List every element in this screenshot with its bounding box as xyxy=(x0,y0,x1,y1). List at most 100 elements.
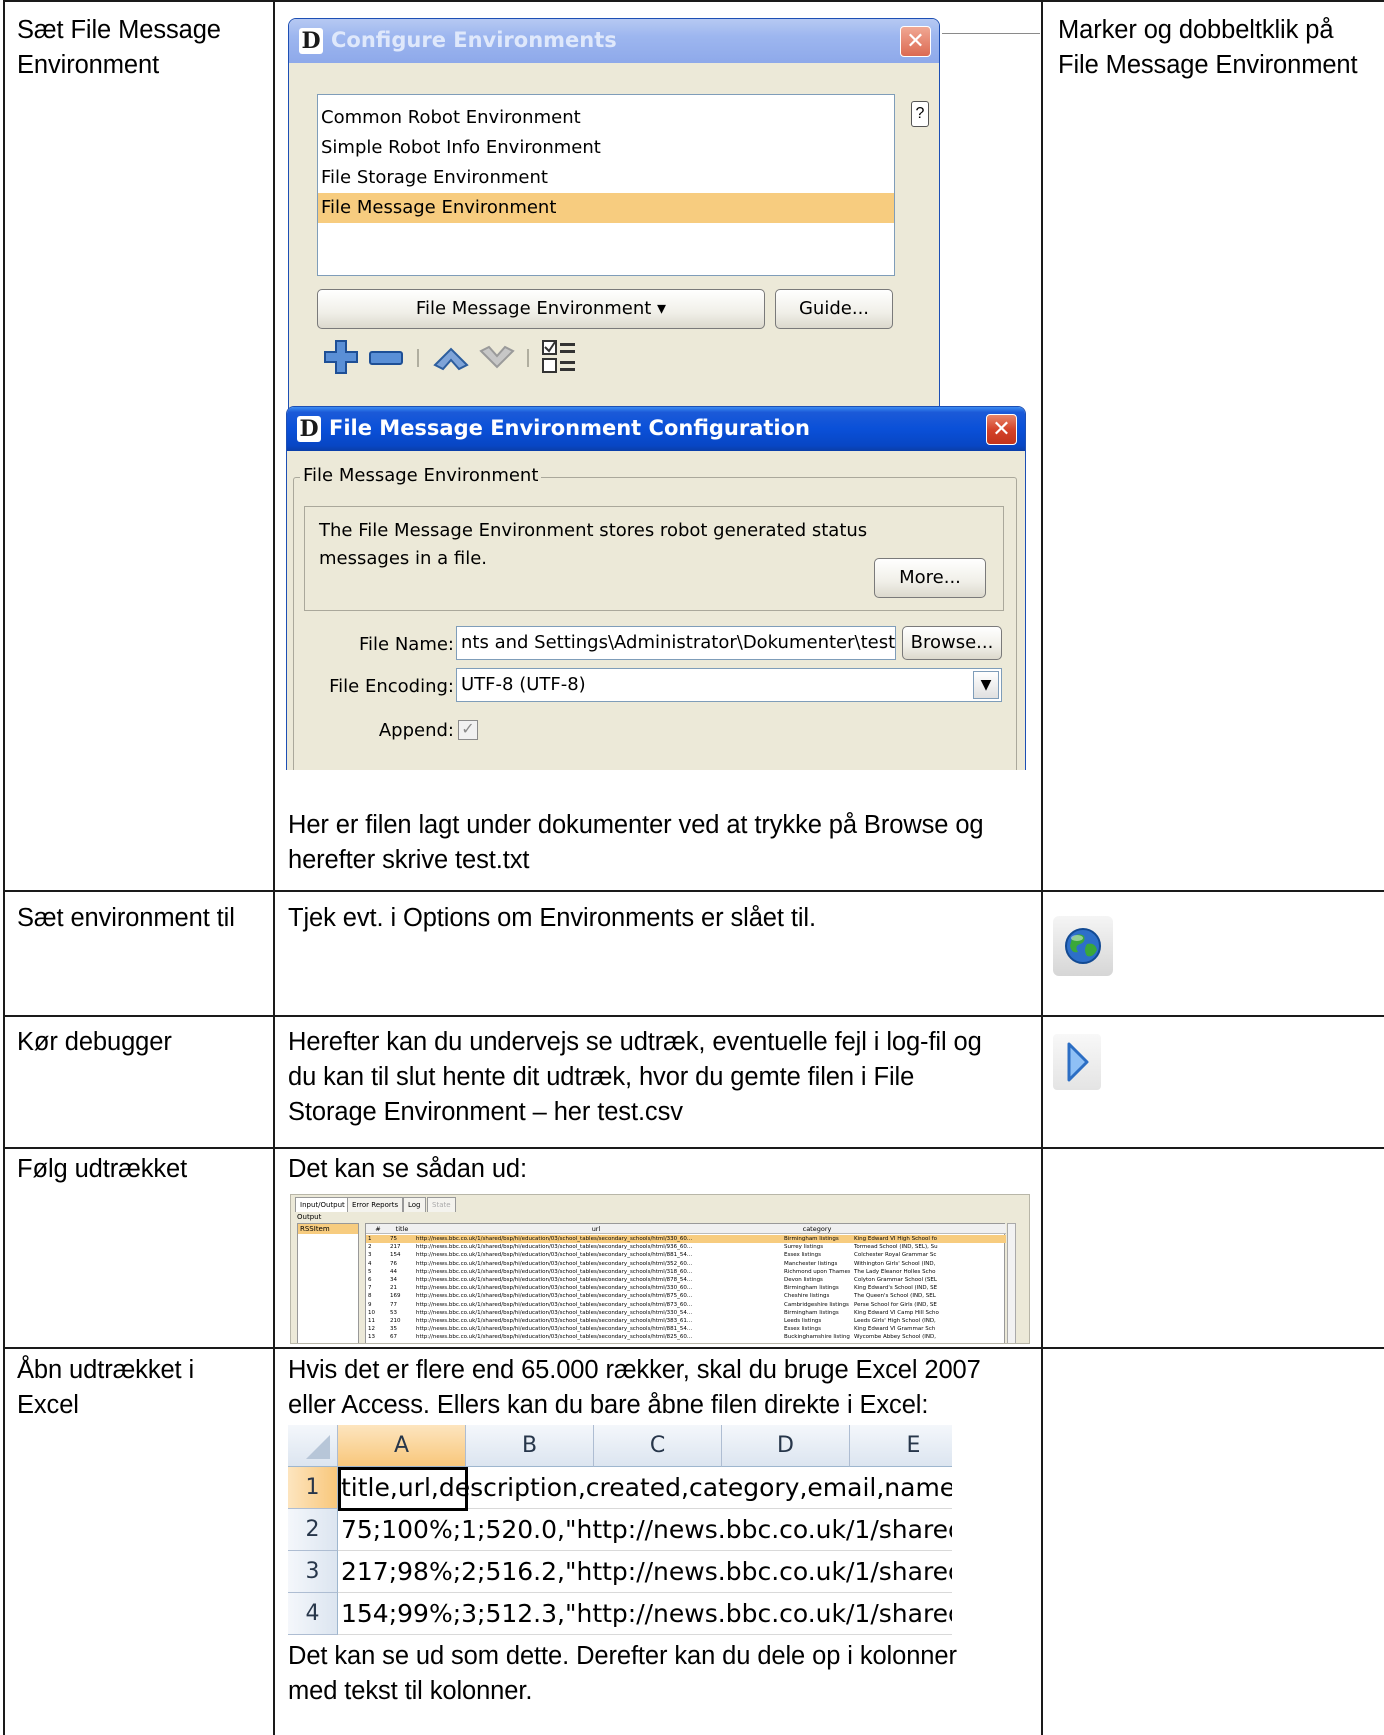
spreadsheet-cell[interactable]: 217;98%;2;516.2,"http://news.bbc.co.uk/1… xyxy=(338,1551,952,1593)
globe-icon xyxy=(1053,916,1113,976)
column-header[interactable]: D xyxy=(722,1425,850,1467)
table-row[interactable]: 12 35 http://news.bbc.co.uk/1/shared/bsp/h… xyxy=(366,1325,1006,1333)
table-cell: 77 xyxy=(390,1301,397,1308)
output-group-label: Output xyxy=(297,1213,322,1221)
table-cell: Perse School for Girls (IND, SE xyxy=(854,1301,937,1308)
scrollbar[interactable] xyxy=(1007,1223,1016,1343)
table-cell: 6 xyxy=(368,1277,372,1283)
table-cell: 12 xyxy=(368,1326,375,1333)
column-header[interactable]: # xyxy=(368,1224,388,1234)
dialog-title: Configure Environments xyxy=(331,28,617,52)
help-button[interactable]: ? xyxy=(911,101,929,127)
table-row[interactable]: 11 210 http://news.bbc.co.uk/1/shared/bsp/… xyxy=(366,1317,1006,1325)
table-cell: 11 xyxy=(368,1318,375,1324)
guide-button[interactable]: Guide... xyxy=(775,289,893,329)
close-button[interactable]: ✕ xyxy=(900,26,931,57)
table-row[interactable]: 9 77 http://news.bbc.co.uk/1/shared/bsp/hi… xyxy=(366,1301,1006,1309)
table-cell: http://news.bbc.co.uk/1/shared/bsp/hi/ed… xyxy=(416,1252,693,1259)
append-checkbox[interactable]: ✓ xyxy=(458,720,478,740)
table-row[interactable]: 7 21 http://news.bbc.co.uk/1/shared/bsp/hi… xyxy=(366,1284,1006,1292)
spreadsheet-cell[interactable]: 75;100%;1;520.0,"http://news.bbc.co.uk/1… xyxy=(338,1509,952,1551)
table-row-divider xyxy=(3,890,1384,892)
column-header[interactable]: title xyxy=(390,1224,414,1234)
properties-icon[interactable] xyxy=(541,339,577,375)
table-cell: Leeds listings xyxy=(784,1318,822,1324)
row-header[interactable]: 2 xyxy=(288,1509,338,1551)
table-row[interactable]: 4 76 http://news.bbc.co.uk/1/shared/bsp/hi… xyxy=(366,1260,1006,1268)
table-row[interactable]: 2 217 http://news.bbc.co.uk/1/shared/bsp/h… xyxy=(366,1243,1006,1251)
table-cell: 210 xyxy=(390,1318,401,1324)
environment-list[interactable]: Common Robot Environment Simple Robot In… xyxy=(317,94,895,276)
file-name-input[interactable]: nts and Settings\Administrator\Dokumente… xyxy=(456,626,896,660)
column-header[interactable]: B xyxy=(466,1425,594,1467)
move-up-icon[interactable] xyxy=(433,345,469,371)
step-note: Hvis det er flere end 65.000 rækker, ska… xyxy=(288,1356,981,1419)
table-row[interactable]: 10 53 http://news.bbc.co.uk/1/shared/bsp/h… xyxy=(366,1309,1006,1317)
remove-icon[interactable] xyxy=(369,351,403,365)
configure-environments-dialog: D Configure Environments ✕ Common Robot … xyxy=(288,18,940,418)
table-cell: 10 xyxy=(368,1309,375,1316)
table-row[interactable]: 3 154 http://news.bbc.co.uk/1/shared/bsp/h… xyxy=(366,1251,1006,1259)
table-row[interactable]: 13 67 http://news.bbc.co.uk/1/shared/bsp/h… xyxy=(366,1333,1006,1341)
table-cell: http://news.bbc.co.uk/1/shared/bsp/hi/ed… xyxy=(416,1260,693,1267)
step-note: Her er filen lagt under dokumenter ved a… xyxy=(288,811,984,874)
table-row[interactable]: 5 44 http://news.bbc.co.uk/1/shared/bsp/hi… xyxy=(366,1268,1006,1276)
file-encoding-select[interactable]: UTF-8 (UTF-8) ▼ xyxy=(456,668,1002,702)
table-row[interactable]: 1 75 http://news.bbc.co.uk/1/shared/bsp/hi… xyxy=(366,1235,1006,1243)
list-item[interactable]: RSSItem xyxy=(298,1224,358,1234)
toolbar-separator xyxy=(527,349,529,367)
tab-input-output[interactable]: Input/Output xyxy=(295,1197,350,1212)
table-row[interactable]: 8 169 http://news.bbc.co.uk/1/shared/bsp/h… xyxy=(366,1292,1006,1300)
row-header[interactable]: 4 xyxy=(288,1593,338,1635)
column-header[interactable]: A xyxy=(338,1425,466,1467)
step-label: Kør debugger xyxy=(17,1028,172,1056)
list-item[interactable]: Simple Robot Info Environment xyxy=(318,133,894,163)
table-cell: King Edward VI Grammar Sch xyxy=(854,1326,936,1333)
table-cell: Manchester listings xyxy=(784,1260,838,1267)
browse-button[interactable]: Browse... xyxy=(902,626,1002,660)
table-cell: http://news.bbc.co.uk/1/shared/bsp/hi/ed… xyxy=(416,1285,693,1292)
column-header[interactable]: category xyxy=(784,1224,850,1234)
step-note: Tjek evt. i Options om Environments er s… xyxy=(288,904,816,932)
dialog-titlebar: D Configure Environments ✕ xyxy=(289,19,939,63)
tab-log[interactable]: Log xyxy=(403,1197,426,1212)
file-encoding-label: File Encoding: xyxy=(329,676,454,697)
output-type-list[interactable]: RSSItem xyxy=(297,1223,359,1343)
table-cell: 8 xyxy=(368,1293,372,1300)
list-item-selected[interactable]: File Message Environment xyxy=(318,193,894,223)
table-border-left xyxy=(3,0,5,1735)
tab-error-reports[interactable]: Error Reports xyxy=(347,1197,404,1212)
tab-state[interactable]: State xyxy=(427,1197,456,1212)
add-icon[interactable] xyxy=(323,339,359,375)
column-header[interactable]: C xyxy=(594,1425,722,1467)
chevron-down-icon[interactable]: ▼ xyxy=(973,671,999,699)
environment-dropdown[interactable]: File Message Environment ▾ xyxy=(317,289,765,329)
column-header[interactable]: url xyxy=(416,1224,776,1234)
action-label: Marker og dobbeltklik på File Message Env… xyxy=(1058,16,1358,79)
column-header[interactable]: E xyxy=(850,1425,952,1467)
table-cell: http://news.bbc.co.uk/1/shared/bsp/hi/ed… xyxy=(416,1293,693,1300)
table-cell: King Edward's School (IND, SE xyxy=(854,1285,938,1292)
table-row[interactable]: 6 34 http://news.bbc.co.uk/1/shared/bsp/hi… xyxy=(366,1276,1006,1284)
list-item[interactable]: Common Robot Environment xyxy=(318,103,894,133)
more-button[interactable]: More... xyxy=(874,558,986,598)
select-all-corner[interactable] xyxy=(288,1425,338,1467)
excel-spreadsheet: A B C D E 1 2 3 4 title,url,description,… xyxy=(288,1425,952,1637)
table-cell: Birmingham listings xyxy=(784,1309,839,1316)
file-message-config-dialog: D File Message Environment Configuration… xyxy=(286,406,1026,770)
row-header[interactable]: 1 xyxy=(288,1467,338,1509)
close-button[interactable]: ✕ xyxy=(986,414,1017,445)
spreadsheet-cell[interactable]: 154;99%;3;512.3,"http://news.bbc.co.uk/1… xyxy=(338,1593,952,1635)
append-label: Append: xyxy=(378,720,454,741)
toolbar-separator xyxy=(417,349,419,367)
list-item[interactable]: File Storage Environment xyxy=(318,163,894,193)
row-header[interactable]: 3 xyxy=(288,1551,338,1593)
step-note: Herefter kan du undervejs se udtræk, eve… xyxy=(288,1028,982,1126)
spreadsheet-cell[interactable]: title,url,description,created,category,e… xyxy=(338,1467,952,1509)
move-down-icon[interactable] xyxy=(479,345,515,371)
table-cell: http://news.bbc.co.uk/1/shared/bsp/hi/ed… xyxy=(416,1301,693,1308)
output-table: # title url category 1 75 http://news.bbc.co.… xyxy=(365,1223,1006,1343)
table-row-divider xyxy=(3,1015,1384,1017)
table-cell: 5 xyxy=(368,1268,372,1275)
table-column-divider xyxy=(1041,0,1043,1735)
